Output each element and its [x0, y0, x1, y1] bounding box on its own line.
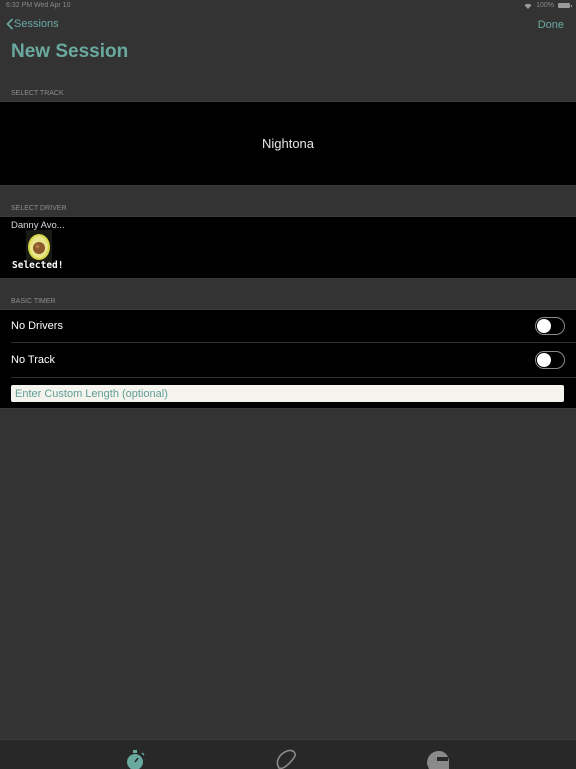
- battery-percent: 100%: [536, 2, 554, 9]
- toggle-knob: [537, 353, 551, 367]
- select-driver-header-label: SELECT DRIVER: [11, 205, 67, 212]
- custom-length-input[interactable]: [11, 385, 564, 402]
- no-track-label: No Track: [11, 354, 56, 366]
- status-bar: 6:32 PM Wed Apr 10 100%: [0, 0, 576, 12]
- back-button-label: Sessions: [14, 18, 59, 30]
- basic-timer-section: No Drivers No Track: [0, 309, 576, 409]
- track-icon[interactable]: [273, 748, 299, 769]
- back-button[interactable]: Sessions: [6, 18, 59, 30]
- wifi-icon: [524, 3, 532, 9]
- basic-timer-header: BASIC TIMER: [0, 289, 576, 309]
- selected-label: Selected!: [12, 260, 64, 271]
- no-drivers-row: No Drivers: [0, 310, 576, 343]
- track-picker[interactable]: Nightona: [0, 101, 576, 186]
- no-drivers-label: No Drivers: [11, 320, 63, 332]
- no-track-toggle[interactable]: [535, 351, 565, 369]
- select-track-header-label: SELECT TRACK: [11, 90, 64, 97]
- battery-icon: [558, 3, 572, 8]
- no-track-row: No Track: [0, 344, 576, 377]
- no-drivers-toggle[interactable]: [535, 317, 565, 335]
- driver-picker: Danny Avo... Selected!: [0, 216, 576, 279]
- status-time-date: 6:32 PM Wed Apr 10: [6, 2, 71, 9]
- select-track-header: SELECT TRACK: [0, 81, 576, 101]
- tab-bar: [0, 739, 576, 769]
- stopwatch-icon[interactable]: [122, 748, 148, 769]
- chevron-left-icon: [6, 18, 14, 30]
- status-right: 100%: [524, 2, 572, 9]
- toggle-knob: [537, 319, 551, 333]
- track-name: Nightona: [261, 136, 315, 151]
- done-button[interactable]: Done: [538, 19, 564, 31]
- navigation-bar: Sessions Done New Session: [0, 12, 576, 70]
- avocado-icon: [26, 230, 52, 262]
- basic-timer-header-label: BASIC TIMER: [11, 298, 56, 305]
- select-driver-header: SELECT DRIVER: [0, 196, 576, 216]
- driver-cell[interactable]: Danny Avo... Selected!: [0, 217, 80, 278]
- helmet-icon[interactable]: [424, 748, 450, 769]
- page-title: New Session: [11, 41, 129, 62]
- row-divider: [11, 377, 576, 378]
- row-divider: [11, 342, 576, 343]
